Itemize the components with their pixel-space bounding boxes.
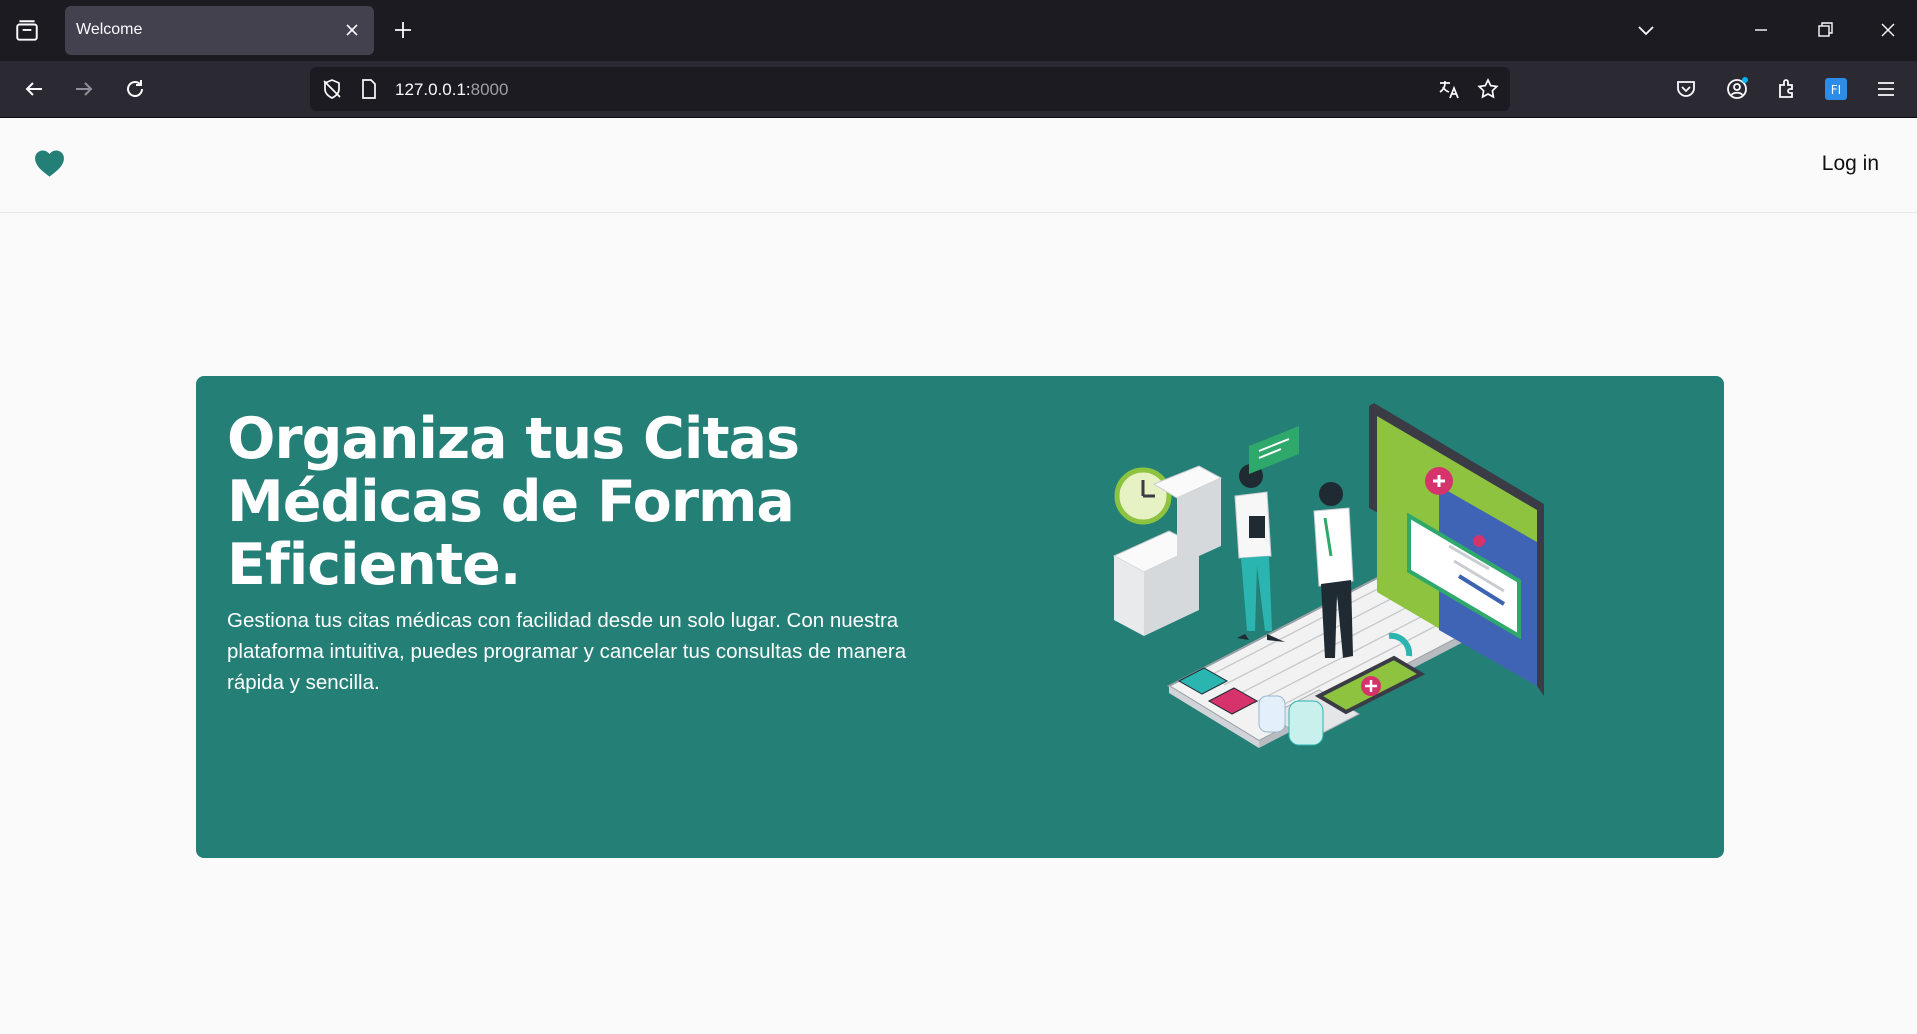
minimize-icon[interactable] <box>1749 18 1773 42</box>
bookmark-star-icon[interactable] <box>1476 77 1500 101</box>
browser-nav-bar: 127.0.0.1:8000 FI <box>0 61 1917 118</box>
site-header: Log in <box>0 118 1917 213</box>
url-host: 127.0.0.1: <box>395 80 471 99</box>
list-all-tabs-icon[interactable] <box>1634 18 1658 42</box>
url-bar[interactable]: 127.0.0.1:8000 <box>310 67 1510 111</box>
close-tab-icon[interactable] <box>342 20 362 40</box>
tab-list-icon[interactable] <box>14 18 40 44</box>
tab-welcome[interactable]: Welcome <box>65 6 374 55</box>
tracking-protection-icon[interactable] <box>320 77 344 101</box>
svg-text:FI: FI <box>1831 83 1841 97</box>
extension-fi-icon[interactable]: FI <box>1822 75 1850 103</box>
reload-icon[interactable] <box>121 75 149 103</box>
account-icon[interactable] <box>1723 75 1751 103</box>
browser-tab-bar: Welcome <box>0 0 1917 61</box>
close-window-icon[interactable] <box>1876 18 1900 42</box>
pocket-icon[interactable] <box>1672 75 1700 103</box>
medical-appointment-illustration <box>1112 403 1544 748</box>
translate-icon[interactable] <box>1437 77 1461 101</box>
hero-description: Gestiona tus citas médicas con facilidad… <box>227 609 907 694</box>
extensions-icon[interactable] <box>1773 75 1801 103</box>
forward-icon[interactable] <box>70 75 98 103</box>
url-text: 127.0.0.1:8000 <box>395 80 508 100</box>
back-icon[interactable] <box>20 75 48 103</box>
login-link[interactable]: Log in <box>1822 152 1879 176</box>
new-tab-icon[interactable] <box>392 19 414 41</box>
heart-icon[interactable] <box>32 147 67 180</box>
menu-icon[interactable] <box>1872 75 1900 103</box>
page-icon[interactable] <box>358 78 380 100</box>
tab-title: Welcome <box>76 21 143 38</box>
hero-banner: Organiza tus Citas Médicas de Forma Efic… <box>196 376 1724 858</box>
restore-icon[interactable] <box>1813 18 1837 42</box>
hero-title: Organiza tus Citas Médicas de Forma Efic… <box>227 406 800 598</box>
url-port: 8000 <box>470 80 509 99</box>
